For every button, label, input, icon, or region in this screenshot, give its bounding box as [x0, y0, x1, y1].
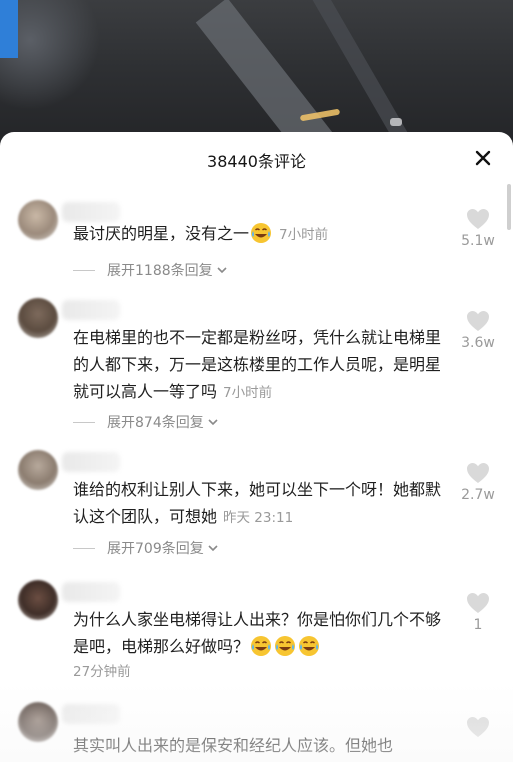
heart-icon — [467, 209, 489, 229]
video-background — [0, 0, 513, 150]
expand-replies-button[interactable]: 展开709条回复 — [73, 538, 219, 558]
heart-icon — [467, 717, 489, 737]
comment-text: 在电梯里的也不一定都是粉丝呀，凭什么就让电梯里的人都下来，万一是这栋楼里的工作人… — [73, 324, 449, 407]
avatar[interactable] — [18, 200, 58, 240]
comment-time: 27分钟前 — [73, 664, 131, 680]
username[interactable] — [62, 202, 120, 222]
comments-panel: 38440条评论 最讨厌的明星，没有之一 7小时前 展开1188条回复 5.1w — [0, 132, 513, 762]
comment-body: 最讨厌的明星，没有之一 — [73, 224, 250, 243]
comment-text: 谁给的权利让别人下来，她可以坐下一个呀！她都默认这个团队，可想她 昨天 23:11 — [73, 476, 449, 532]
username[interactable] — [62, 582, 120, 602]
divider-dash — [73, 421, 95, 423]
like-button[interactable] — [457, 716, 499, 738]
expand-replies-label: 展开874条回复 — [107, 415, 204, 431]
username[interactable] — [62, 704, 120, 724]
like-button[interactable]: 1 — [457, 592, 499, 633]
like-count: 5.1w — [461, 233, 495, 249]
close-button[interactable] — [471, 146, 495, 170]
divider-dash — [73, 547, 95, 549]
video-light-2 — [390, 118, 402, 126]
comment-time: 7小时前 — [279, 227, 329, 243]
username[interactable] — [62, 300, 120, 320]
expand-replies-button[interactable]: 展开1188条回复 — [73, 260, 228, 280]
chevron-down-icon — [208, 419, 218, 426]
comment-text: 为什么人家坐电梯得让人出来？你是怕你们几个不够是吧，电梯那么好做吗？ — [73, 606, 449, 660]
comment-body: 其实叫人出来的是保安和经纪人应该。但她也 — [73, 736, 394, 755]
like-button[interactable]: 5.1w — [457, 208, 499, 249]
like-count: 2.7w — [461, 487, 495, 503]
like-count: 1 — [473, 617, 483, 633]
like-button[interactable]: 2.7w — [457, 462, 499, 503]
chevron-down-icon — [208, 545, 218, 552]
avatar[interactable] — [18, 298, 58, 338]
scrollbar[interactable] — [507, 184, 511, 230]
avatar[interactable] — [18, 580, 58, 620]
laughing-tears-emoji-icon — [274, 635, 296, 657]
divider-dash — [73, 269, 95, 271]
laughing-tears-emoji-icon — [250, 635, 272, 657]
comment-text: 其实叫人出来的是保安和经纪人应该。但她也 — [73, 732, 449, 759]
expand-replies-label: 展开709条回复 — [107, 541, 204, 557]
comments-header: 38440条评论 — [0, 132, 513, 184]
heart-icon — [467, 593, 489, 613]
avatar[interactable] — [18, 450, 58, 490]
video-screen-element — [0, 0, 18, 58]
expand-replies-label: 展开1188条回复 — [107, 263, 213, 279]
laughing-tears-emoji-icon — [250, 222, 272, 244]
heart-icon — [467, 311, 489, 331]
comments-count-title: 38440条评论 — [207, 152, 306, 171]
like-count: 3.6w — [461, 335, 495, 351]
laughing-tears-emoji-icon — [298, 635, 320, 657]
expand-replies-button[interactable]: 展开874条回复 — [73, 412, 219, 432]
comment-time: 昨天 23:11 — [223, 510, 294, 526]
comment-text: 最讨厌的明星，没有之一 7小时前 — [73, 220, 449, 249]
heart-icon — [467, 463, 489, 483]
video-escalator-rail — [195, 0, 345, 150]
comment-time: 7小时前 — [223, 385, 273, 401]
avatar[interactable] — [18, 702, 58, 742]
like-button[interactable]: 3.6w — [457, 310, 499, 351]
close-icon — [475, 150, 491, 166]
username[interactable] — [62, 452, 120, 472]
chevron-down-icon — [217, 267, 227, 274]
